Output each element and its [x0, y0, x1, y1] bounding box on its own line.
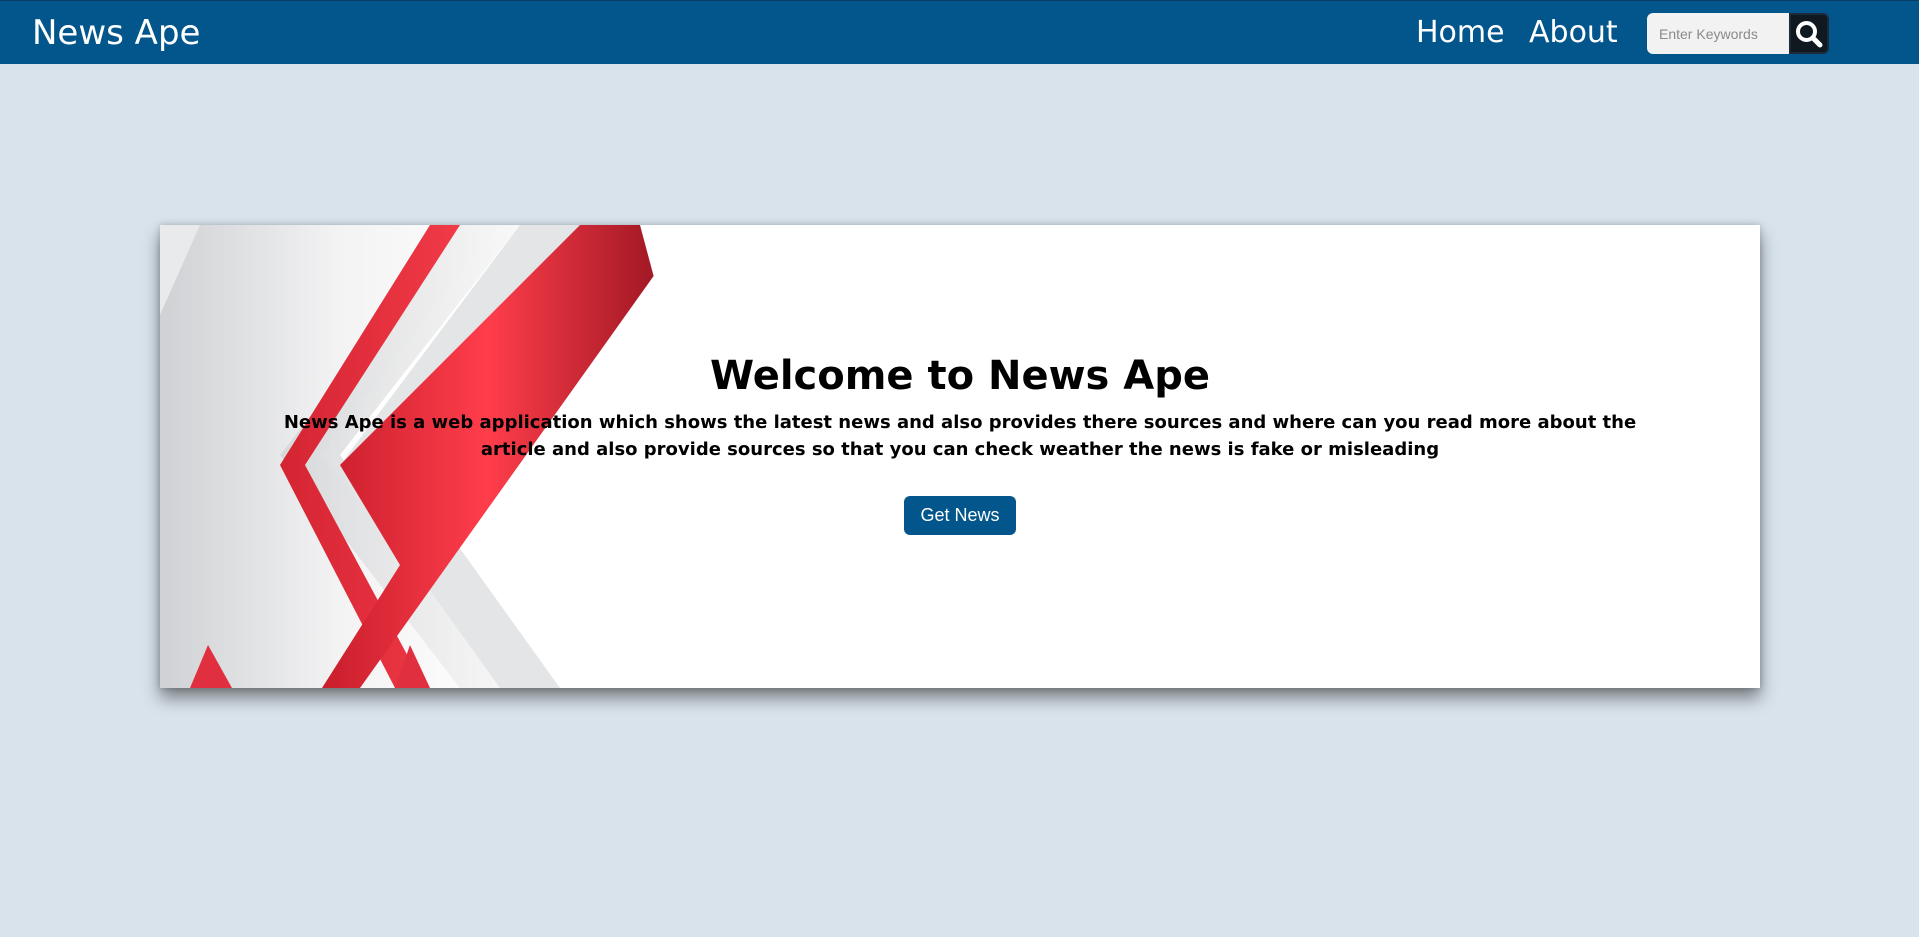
hero-banner: Welcome to News Ape News Ape is a web ap… [160, 225, 1760, 688]
hero-title: Welcome to News Ape [710, 353, 1210, 399]
search-icon [1796, 20, 1823, 47]
get-news-button[interactable]: Get News [904, 496, 1016, 535]
search-input[interactable] [1647, 13, 1789, 54]
hero-content: Welcome to News Ape News Ape is a web ap… [160, 353, 1760, 535]
nav-home-link[interactable]: Home [1416, 14, 1505, 52]
brand-link[interactable]: News Ape [32, 13, 200, 53]
search-button[interactable] [1789, 13, 1829, 54]
top-navbar: News Ape Home About [0, 0, 1919, 64]
nav-about-link[interactable]: About [1529, 14, 1618, 52]
hero-description: News Ape is a web application which show… [283, 412, 1637, 460]
